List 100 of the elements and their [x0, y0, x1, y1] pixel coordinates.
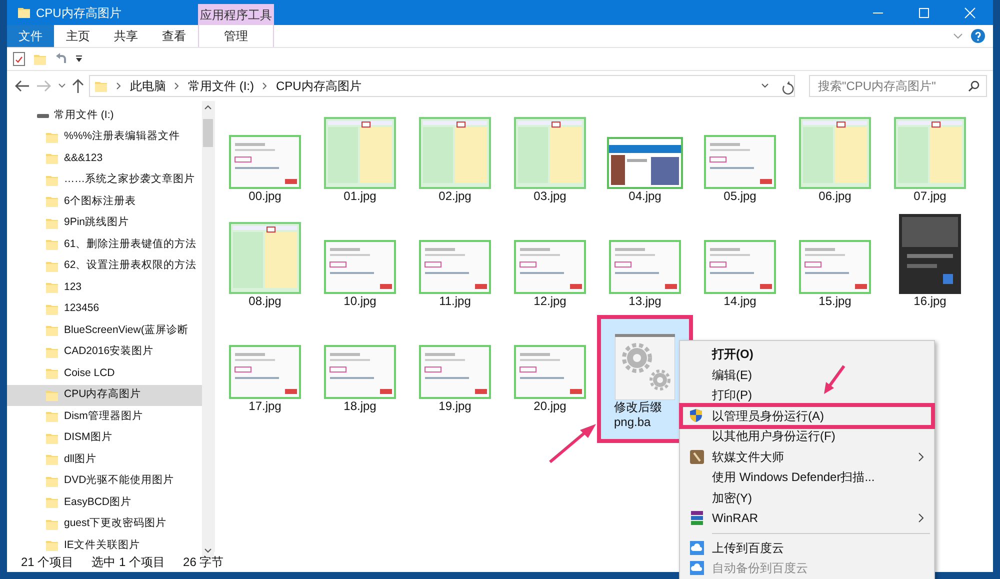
arrow — [548, 422, 598, 464]
ribbon-tab[interactable]: 主页 — [54, 25, 102, 47]
file-item[interactable]: 02.jpg — [409, 107, 501, 212]
chevron-right-icon — [116, 82, 122, 90]
breadcrumb[interactable]: 此电脑 — [130, 77, 166, 95]
maximize-icon[interactable] — [917, 6, 931, 18]
nav-item[interactable]: 6个图标注册表 — [7, 191, 202, 212]
folder-icon — [45, 388, 59, 402]
nav-item[interactable]: Coise LCD — [7, 363, 202, 384]
selection-count: 选中 1 个项目 — [92, 554, 166, 571]
file-name: 08.jpg — [248, 294, 282, 309]
up-icon[interactable] — [71, 78, 85, 94]
file-name: 18.jpg — [344, 399, 376, 414]
help-icon[interactable] — [971, 29, 985, 43]
file-name: 05.jpg — [724, 189, 756, 204]
nav-item[interactable]: Dism管理器图片 — [7, 406, 202, 428]
nav-item[interactable]: BlueScreenView(蓝屏诊断 — [7, 320, 202, 342]
menu-item[interactable]: 加密(Y) — [682, 488, 932, 508]
folder-icon — [45, 453, 59, 466]
properties-icon[interactable] — [13, 52, 25, 66]
address-bar[interactable]: 此电脑 常用文件 (I:) CPU内存高图片 — [89, 75, 795, 97]
nav-item[interactable]: &&&123 — [7, 148, 202, 170]
scrollbar-thumb[interactable] — [203, 119, 213, 147]
file-item[interactable]: 17.jpg — [219, 317, 311, 422]
folder-icon — [45, 474, 59, 488]
file-item[interactable]: 05.jpg — [694, 107, 786, 212]
breadcrumb[interactable]: CPU内存高图片 — [276, 77, 362, 95]
folder-icon — [17, 6, 31, 19]
folder-icon — [45, 130, 59, 144]
file-name: 15.jpg — [818, 294, 852, 309]
ribbon-tab[interactable]: 查看 — [150, 25, 198, 47]
nav-item[interactable]: %%%注册表编辑器文件 — [7, 126, 202, 148]
nav-item[interactable]: 常用文件 (I:) — [7, 105, 202, 126]
ribbon-tab[interactable]: 管理 — [198, 25, 274, 47]
file-tab[interactable]: 文件 — [7, 25, 54, 47]
undo-icon[interactable] — [55, 53, 67, 65]
nav-item[interactable]: CAD2016安装图片 — [7, 342, 202, 363]
folder-icon — [45, 174, 59, 187]
file-item[interactable]: 20.jpg — [504, 317, 596, 422]
file-item[interactable]: 18.jpg — [314, 317, 406, 422]
close-icon[interactable] — [963, 6, 977, 18]
nav-item[interactable]: dll图片 — [7, 449, 202, 470]
menu-item[interactable]: 软媒文件大师 — [682, 446, 932, 467]
nav-item[interactable]: 123456 — [7, 298, 202, 320]
file-item[interactable]: 06.jpg — [789, 107, 881, 212]
item-count: 21 个项目 — [21, 554, 74, 571]
file-item[interactable]: 16.jpg — [884, 212, 976, 317]
search-field[interactable]: 搜索"CPU内存高图片" — [809, 75, 987, 97]
breadcrumb[interactable]: 常用文件 (I:) — [188, 77, 254, 95]
file-item[interactable]: 04.jpg — [599, 107, 691, 212]
cloud-icon — [689, 540, 705, 556]
folder-icon — [45, 195, 59, 208]
books-icon — [689, 510, 705, 526]
file-item[interactable]: 00.jpg — [219, 107, 311, 212]
file-name: 修改后缀 — [613, 400, 662, 415]
file-item[interactable]: 14.jpg — [694, 212, 786, 317]
window-title: CPU内存高图片 — [36, 4, 122, 22]
file-item[interactable]: 11.jpg — [409, 212, 501, 317]
folder-icon — [45, 260, 59, 273]
file-item[interactable]: 12.jpg — [504, 212, 596, 317]
menu-item[interactable]: 上传到百度云 — [682, 538, 932, 558]
nav-item[interactable]: DISM图片 — [7, 428, 202, 449]
chevron-icon[interactable] — [760, 82, 770, 90]
menu-item[interactable]: WinRAR — [682, 508, 932, 528]
folder-icon — [45, 496, 59, 510]
folder-icon — [45, 302, 59, 316]
file-item[interactable]: 10.jpg — [314, 212, 406, 317]
file-item[interactable]: 03.jpg — [504, 107, 596, 212]
chevron-icon[interactable] — [57, 82, 67, 90]
nav-item[interactable]: CPU内存高图片 — [7, 384, 202, 406]
ribbon-tab[interactable]: 共享 — [102, 25, 150, 47]
gear-file-icon — [615, 334, 675, 400]
cloud-icon — [689, 560, 705, 576]
folder-icon — [45, 238, 59, 252]
nav-item[interactable]: 62、设置注册表权限的方法 — [7, 256, 202, 277]
file-name: 17.jpg — [248, 399, 282, 414]
nav-item[interactable]: 123 — [7, 277, 202, 298]
search-icon[interactable] — [968, 80, 980, 92]
file-item[interactable]: 19.jpg — [409, 317, 501, 422]
nav-item[interactable]: DVD光驱不能使用图片 — [7, 470, 202, 492]
nav-item[interactable]: ……系统之家抄袭文章图片 — [7, 170, 202, 191]
folder-icon — [45, 324, 59, 338]
folder-icon — [45, 539, 59, 552]
file-name: 10.jpg — [344, 294, 376, 309]
nav-item[interactable]: 61、删除注册表键值的方法 — [7, 234, 202, 256]
file-item[interactable]: 15.jpg — [789, 212, 881, 317]
nav-item[interactable]: EasyBCD图片 — [7, 492, 202, 514]
drive-icon — [37, 112, 49, 119]
nav-item[interactable]: 9Pin跳线图片 — [7, 212, 202, 234]
menu-item[interactable]: 使用 Windows Defender扫描... — [682, 467, 932, 488]
file-item[interactable]: 13.jpg — [599, 212, 691, 317]
file-item[interactable]: 07.jpg — [884, 107, 976, 212]
nav-item[interactable]: guest下更改密码图片 — [7, 514, 202, 535]
file-name: 02.jpg — [438, 189, 472, 204]
file-item[interactable]: 01.jpg — [314, 107, 406, 212]
chevron-right-icon — [174, 82, 180, 90]
dropdown-icon[interactable] — [75, 55, 83, 63]
nav-item[interactable]: IE文件关联图片 — [7, 535, 202, 556]
back-icon[interactable] — [13, 79, 31, 93]
file-item[interactable]: 08.jpg — [219, 212, 311, 317]
